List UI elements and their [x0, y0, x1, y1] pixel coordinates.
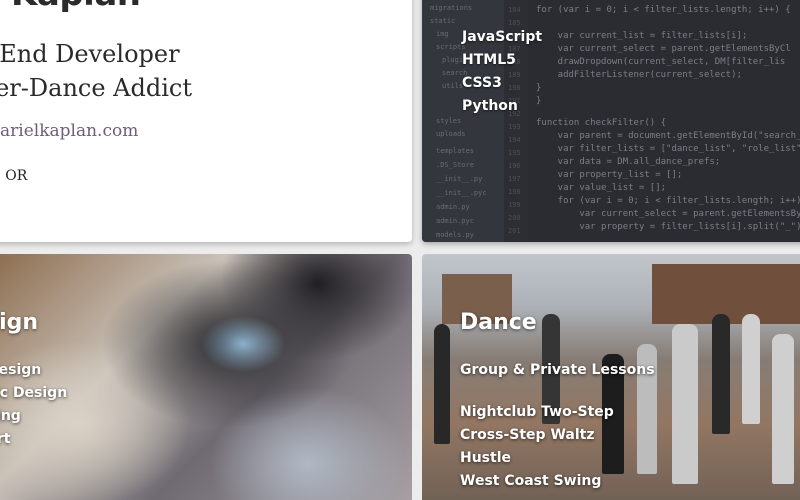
profile-location: and, OR [0, 168, 28, 184]
code-tile[interactable]: migrations static img scripts plugins se… [422, 0, 800, 242]
profile-card: el Kaplan nt-End Developer tner-Dance Ad… [0, 0, 412, 242]
profile-name: el Kaplan [0, 0, 141, 14]
design-tile[interactable]: sign Design hic Design ding Art [0, 254, 412, 500]
design-item: ding [0, 408, 21, 424]
design-heading: sign [0, 310, 39, 335]
dance-item: West Coast Swing [460, 473, 602, 489]
dance-item: Nightclub Two-Step [460, 404, 614, 420]
dance-item: Cross-Step Waltz [460, 427, 595, 443]
skills-list: JavaScript HTML5 CSS3 Python [462, 26, 542, 118]
design-item: Art [0, 431, 11, 447]
design-item: Design [0, 362, 42, 378]
skill-python: Python [462, 98, 518, 114]
profile-role-dance: tner-Dance Addict [0, 74, 192, 102]
email-link[interactable]: @arielkaplan.com [0, 121, 138, 141]
dance-tile[interactable]: Dance Group & Private Lessons Nightclub … [422, 254, 800, 500]
skill-css3: CSS3 [462, 75, 502, 91]
profile-role-developer: nt-End Developer [0, 40, 180, 68]
design-item: hic Design [0, 385, 68, 401]
dance-heading: Dance [460, 310, 537, 335]
dance-item: Hustle [460, 450, 512, 466]
skill-html5: HTML5 [462, 52, 516, 68]
skill-javascript: JavaScript [462, 29, 543, 45]
dance-subheading: Group & Private Lessons [460, 362, 655, 378]
